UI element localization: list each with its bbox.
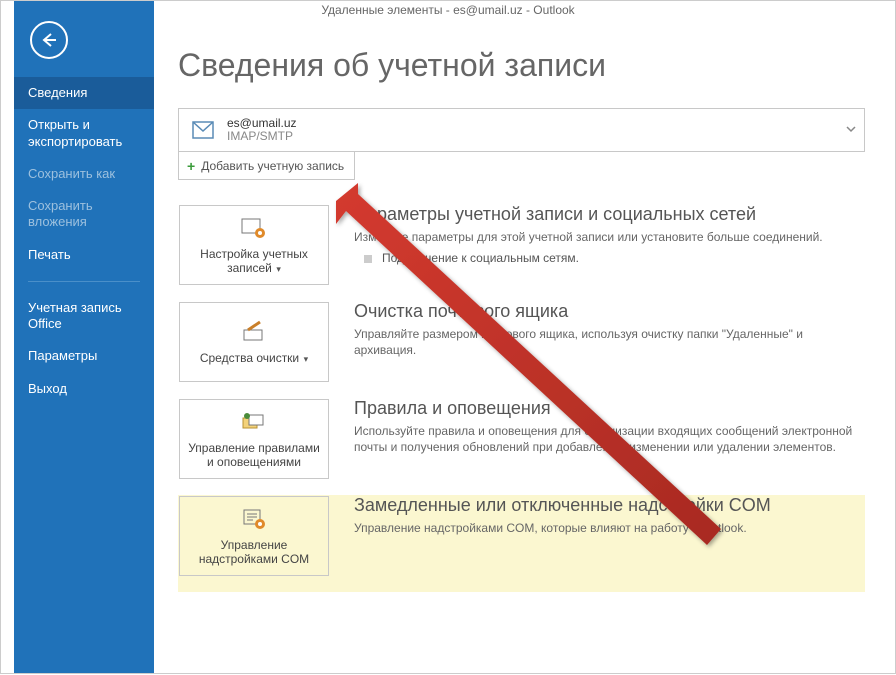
plus-icon: + [187,158,195,174]
rules-alerts-label: Управление правилами и оповещениями [186,441,322,470]
section-title-1: Очистка почтового ящика [354,301,865,322]
chevron-down-icon [846,121,856,139]
nav-item-save-attachments: Сохранить вложения [14,190,154,239]
add-account-label: Добавить учетную запись [201,159,344,173]
nav-item-print[interactable]: Печать [14,239,154,271]
section-title-3: Замедленные или отключенные надстройки C… [354,495,865,516]
nav-item-options[interactable]: Параметры [14,340,154,372]
nav-item-exit[interactable]: Выход [14,373,154,405]
section-desc-3: Управление надстройками COM, которые вли… [354,520,865,536]
social-connect-link[interactable]: Подключение к социальным сетям. [382,251,579,265]
back-button[interactable] [30,21,68,59]
section-desc-1: Управляйте размером почтового ящика, исп… [354,326,865,358]
cleanup-tools-label: Средства очистки [200,351,299,365]
com-addins-button[interactable]: Управление надстройками COM [179,496,329,576]
square-bullet-icon [364,255,372,263]
section-desc-0: Измените параметры для этой учетной запи… [354,229,865,245]
section-title-2: Правила и оповещения [354,398,865,419]
account-settings-label: Настройка учетных записей [200,247,308,275]
main-content: Сведения об учетной записи es@umail.uz I… [154,23,885,663]
account-settings-button[interactable]: Настройка учетных записей ▾ [179,205,329,285]
arrow-left-icon [39,30,59,50]
backstage-sidebar: Сведения Открыть и экспортировать Сохран… [14,1,154,673]
com-addins-label: Управление надстройками COM [186,538,322,567]
nav-item-save-as: Сохранить как [14,158,154,190]
page-title: Сведения об учетной записи [178,47,865,84]
account-protocol: IMAP/SMTP [227,130,297,143]
rules-alerts-button[interactable]: Управление правилами и оповещениями [179,399,329,479]
cleanup-tools-button[interactable]: Средства очистки ▾ [179,302,329,382]
nav-separator [28,281,140,282]
nav-item-info[interactable]: Сведения [14,77,154,109]
nav-item-office-account[interactable]: Учетная запись Office [14,292,154,341]
account-settings-icon [240,215,268,241]
dropdown-icon: ▾ [301,354,308,364]
add-account-button[interactable]: + Добавить учетную запись [178,152,355,180]
nav-item-open-export[interactable]: Открыть и экспортировать [14,109,154,158]
account-selector[interactable]: es@umail.uz IMAP/SMTP [178,108,865,152]
section-title-0: Параметры учетной записи и социальных се… [354,204,865,225]
dropdown-icon: ▾ [274,264,281,274]
rules-icon [240,409,268,435]
mailbox-icon [189,116,217,144]
section-desc-2: Используйте правила и оповещения для орг… [354,423,865,455]
addins-icon [240,506,268,532]
cleanup-icon [240,319,268,345]
